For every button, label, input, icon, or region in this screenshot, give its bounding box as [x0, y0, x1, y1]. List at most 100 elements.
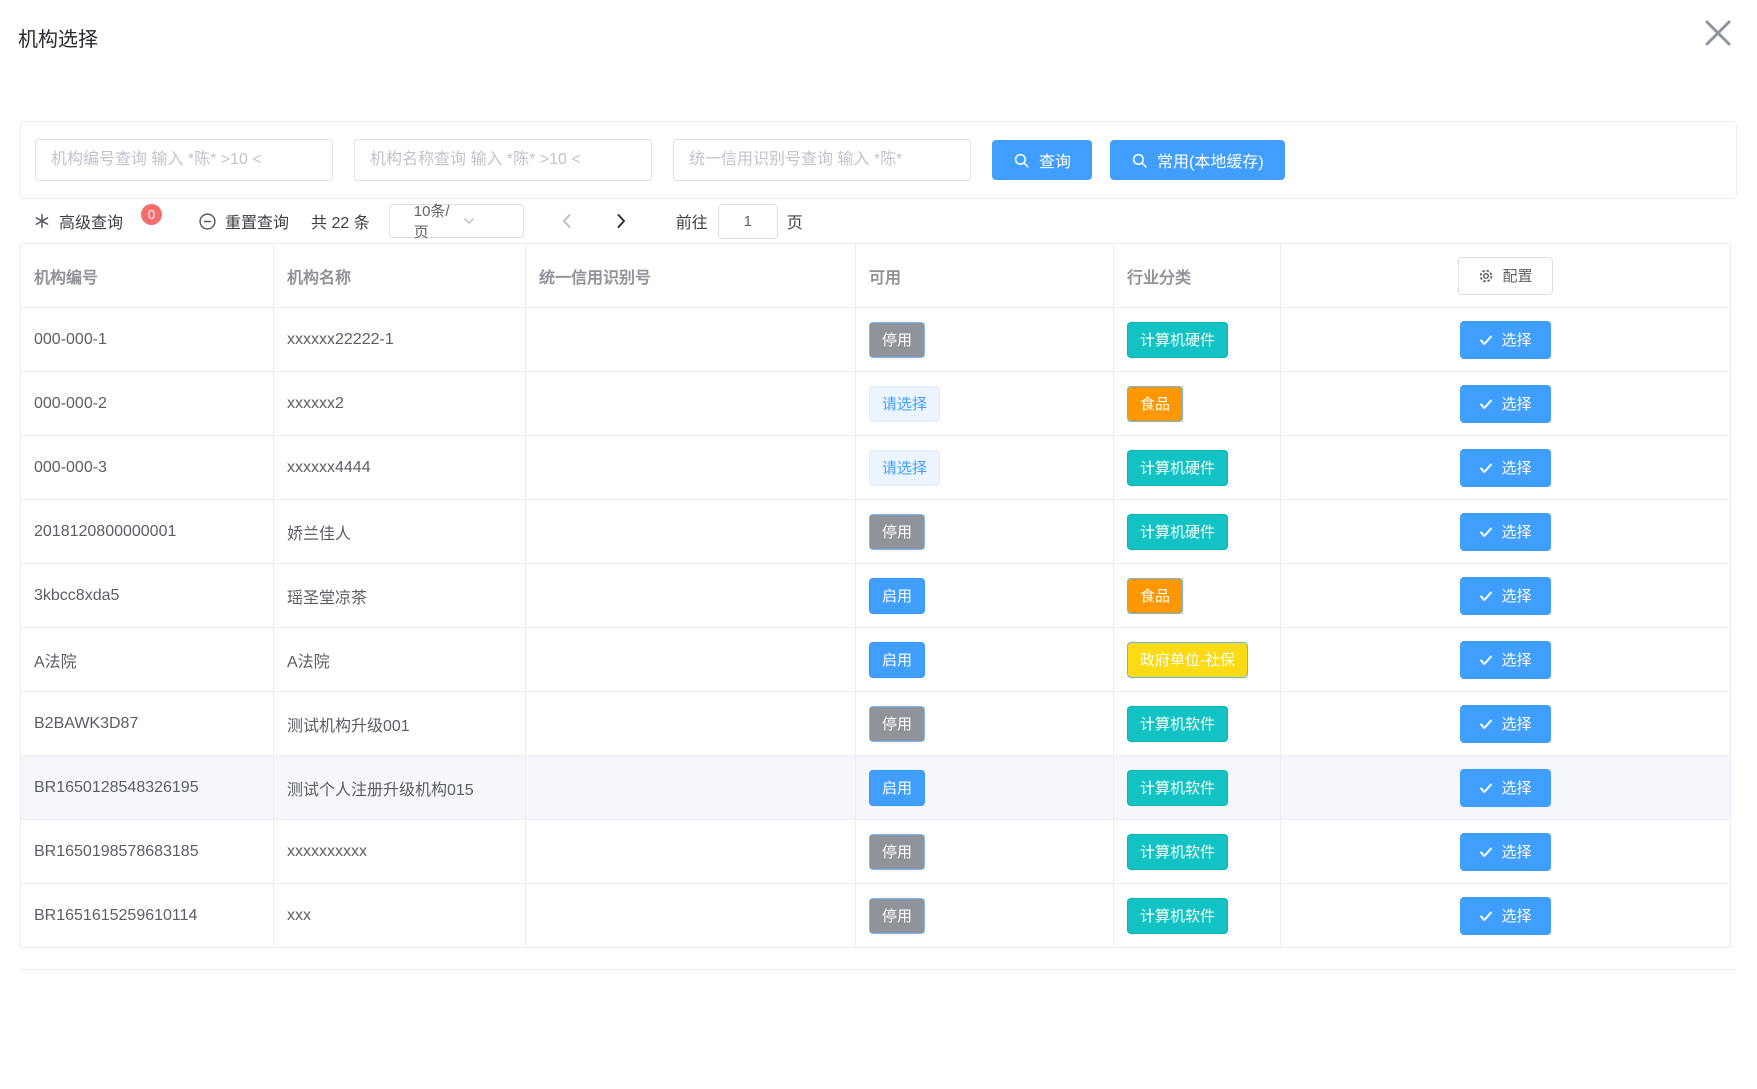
- check-icon: [1479, 909, 1493, 923]
- select-button[interactable]: 选择: [1460, 449, 1550, 487]
- industry-badge[interactable]: 计算机软件: [1127, 706, 1228, 742]
- action-cell: 选择: [1281, 564, 1731, 628]
- next-page-button[interactable]: [608, 208, 634, 234]
- status-badge[interactable]: 停用: [869, 834, 925, 870]
- industry-badge[interactable]: 计算机软件: [1127, 770, 1228, 806]
- goto-page-input[interactable]: [718, 204, 778, 239]
- check-icon: [1479, 589, 1493, 603]
- credit-code-cell: [526, 756, 856, 820]
- action-cell: 选择: [1281, 628, 1731, 692]
- query-button-label: 查询: [1039, 148, 1071, 172]
- table-row: 000-000-2xxxxxx2请选择食品选择: [21, 372, 1731, 436]
- available-cell: 停用: [856, 500, 1114, 564]
- select-button[interactable]: 选择: [1460, 705, 1550, 743]
- pagination-toolbar: 高级查询 0 重置查询 共 22 条 10条/页: [20, 199, 1737, 243]
- close-icon[interactable]: [1693, 8, 1743, 58]
- action-cell: 选择: [1281, 692, 1731, 756]
- asterisk-icon: [33, 212, 51, 230]
- org-name-search-input[interactable]: [354, 139, 652, 181]
- total-count: 共 22 条: [311, 209, 370, 233]
- select-button[interactable]: 选择: [1460, 833, 1550, 871]
- prev-page-button[interactable]: [554, 208, 580, 234]
- status-badge[interactable]: 请选择: [869, 386, 940, 422]
- search-icon: [1013, 152, 1030, 169]
- industry-cell: 计算机软件: [1114, 884, 1281, 948]
- org-name-cell: xxxxxx22222-1: [274, 308, 526, 372]
- available-cell: 请选择: [856, 372, 1114, 436]
- org-code-cell: BR1650128548326195: [21, 756, 274, 820]
- status-badge[interactable]: 停用: [869, 706, 925, 742]
- industry-cell: 计算机软件: [1114, 820, 1281, 884]
- industry-badge[interactable]: 食品: [1127, 386, 1183, 422]
- industry-badge[interactable]: 计算机硬件: [1127, 450, 1228, 486]
- org-code-cell: 000-000-3: [21, 436, 274, 500]
- status-badge[interactable]: 停用: [869, 514, 925, 550]
- table-row: 2018120800000001娇兰佳人停用计算机硬件选择: [21, 500, 1731, 564]
- organization-select-modal: 机构选择 查询: [0, 0, 1757, 1089]
- status-badge[interactable]: 请选择: [869, 450, 940, 486]
- industry-badge[interactable]: 食品: [1127, 578, 1183, 614]
- advanced-query-button[interactable]: 高级查询 0: [33, 209, 162, 233]
- reset-query-button[interactable]: 重置查询: [198, 209, 289, 233]
- status-badge[interactable]: 启用: [869, 578, 925, 614]
- credit-code-cell: [526, 884, 856, 948]
- industry-badge[interactable]: 计算机软件: [1127, 834, 1228, 870]
- gear-icon: [1478, 268, 1494, 284]
- industry-badge[interactable]: 计算机软件: [1127, 898, 1228, 934]
- select-button-label: 选择: [1501, 393, 1531, 414]
- status-badge[interactable]: 停用: [869, 898, 925, 934]
- modal-header: 机构选择: [0, 0, 1757, 54]
- config-button[interactable]: 配置: [1458, 257, 1552, 295]
- table-row: BR1650198578683185xxxxxxxxxx停用计算机软件选择: [21, 820, 1731, 884]
- org-name-cell: 测试个人注册升级机构015: [274, 756, 526, 820]
- table-row: BR1650128548326195测试个人注册升级机构015 启用 计算机软件 选择: [21, 756, 1731, 820]
- common-cache-button[interactable]: 常用(本地缓存): [1110, 140, 1285, 180]
- query-button[interactable]: 查询: [992, 140, 1092, 180]
- select-button[interactable]: 选择: [1460, 385, 1550, 423]
- page-size-select[interactable]: 10条/页: [389, 204, 524, 238]
- column-header-industry: 行业分类: [1114, 244, 1281, 308]
- status-badge[interactable]: 停用: [869, 322, 925, 358]
- select-button[interactable]: 选择: [1460, 513, 1550, 551]
- select-button[interactable]: 选择: [1460, 769, 1550, 807]
- action-cell: 选择: [1281, 756, 1731, 820]
- available-cell: 停用: [856, 692, 1114, 756]
- credit-code-cell: [526, 436, 856, 500]
- status-badge[interactable]: 启用: [869, 770, 925, 806]
- table-row: BR1651615259610114xxx停用计算机软件选择: [21, 884, 1731, 948]
- select-button-label: 选择: [1501, 841, 1531, 862]
- available-cell: 请选择: [856, 436, 1114, 500]
- org-code-search-input[interactable]: [35, 139, 333, 181]
- industry-badge[interactable]: 计算机硬件: [1127, 322, 1228, 358]
- industry-badge[interactable]: 计算机硬件: [1127, 514, 1228, 550]
- industry-cell: 政府单位-社保: [1114, 628, 1281, 692]
- available-cell: 停用: [856, 308, 1114, 372]
- check-icon: [1479, 653, 1493, 667]
- action-cell: 选择: [1281, 372, 1731, 436]
- search-icon: [1131, 152, 1148, 169]
- select-button[interactable]: 选择: [1460, 577, 1550, 615]
- org-name-cell: xxxxxx2: [274, 372, 526, 436]
- select-button[interactable]: 选择: [1460, 321, 1550, 359]
- action-cell: 选择: [1281, 820, 1731, 884]
- select-button[interactable]: 选择: [1460, 897, 1550, 935]
- advanced-query-badge: 0: [141, 204, 162, 225]
- credit-code-search-input[interactable]: [673, 139, 971, 181]
- column-header-available: 可用: [856, 244, 1114, 308]
- available-cell: 停用: [856, 820, 1114, 884]
- chevron-right-icon: [612, 212, 630, 230]
- industry-cell: 计算机硬件: [1114, 436, 1281, 500]
- available-cell: 启用: [856, 564, 1114, 628]
- select-button[interactable]: 选择: [1460, 641, 1550, 679]
- org-name-cell: 瑶圣堂凉茶: [274, 564, 526, 628]
- org-name-cell: 娇兰佳人: [274, 500, 526, 564]
- industry-badge[interactable]: 政府单位-社保: [1127, 642, 1248, 678]
- credit-code-cell: [526, 372, 856, 436]
- select-button-label: 选择: [1501, 777, 1531, 798]
- check-icon: [1479, 781, 1493, 795]
- org-name-cell: 测试机构升级001: [274, 692, 526, 756]
- status-badge[interactable]: 启用: [869, 642, 925, 678]
- table-bottom-border: [20, 948, 1737, 970]
- org-name-cell: xxx: [274, 884, 526, 948]
- action-cell: 选择: [1281, 308, 1731, 372]
